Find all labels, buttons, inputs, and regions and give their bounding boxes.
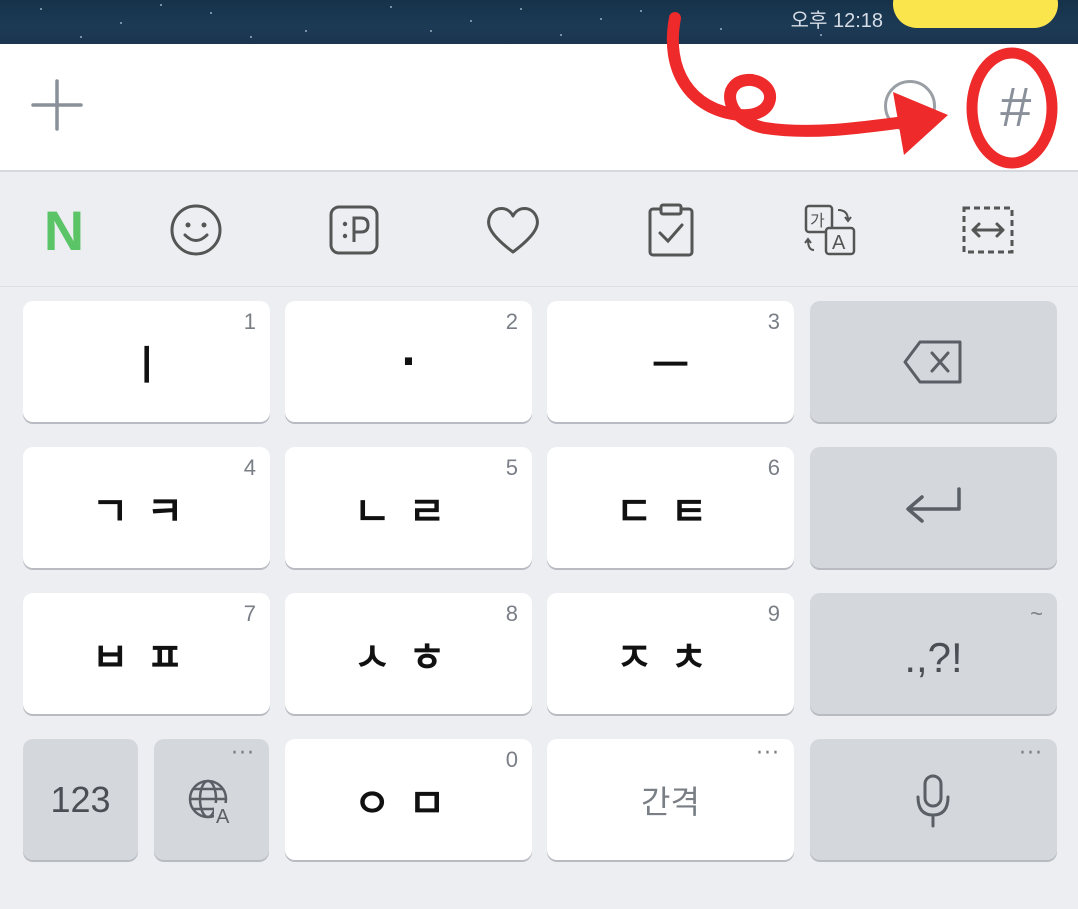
key-dot[interactable]: 2 · bbox=[285, 301, 532, 422]
globe-language-icon: A bbox=[188, 779, 236, 827]
key-i[interactable]: 1 ㅣ bbox=[23, 301, 270, 422]
svg-text:A: A bbox=[216, 806, 230, 827]
key-giyeok-kieuk[interactable]: 4 ㄱㅋ bbox=[23, 447, 270, 568]
resize-icon[interactable] bbox=[958, 200, 1018, 260]
key-eu[interactable]: 3 ㅡ bbox=[547, 301, 794, 422]
punctuation-key[interactable]: ~ .,?! bbox=[810, 593, 1057, 714]
heart-icon[interactable] bbox=[483, 200, 543, 260]
smiley-icon[interactable] bbox=[166, 200, 226, 260]
space-key[interactable]: ··· 간격 bbox=[547, 739, 794, 860]
key-ieung-mieum[interactable]: 0 ㅇㅁ bbox=[285, 739, 532, 860]
translate-icon[interactable]: 가A bbox=[800, 200, 860, 260]
key-bieup-pieup[interactable]: 7 ㅂㅍ bbox=[23, 593, 270, 714]
language-key[interactable]: ··· A bbox=[154, 739, 269, 860]
send-button[interactable] bbox=[893, 0, 1058, 28]
emoticon-p-icon[interactable] bbox=[324, 200, 384, 260]
backspace-icon bbox=[903, 340, 962, 384]
numbers-key[interactable]: 123 bbox=[23, 739, 138, 860]
hashtag-icon[interactable]: # bbox=[988, 72, 1042, 142]
status-time: 오후 12:18 bbox=[790, 10, 883, 32]
key-jieut-chieut[interactable]: 9 ㅈㅊ bbox=[547, 593, 794, 714]
backspace-key[interactable] bbox=[810, 301, 1057, 422]
key-digeut-tieut[interactable]: 6 ㄷㅌ bbox=[547, 447, 794, 568]
voice-input-key[interactable]: ··· bbox=[810, 739, 1057, 860]
svg-text:A: A bbox=[832, 232, 846, 254]
enter-key[interactable] bbox=[810, 447, 1057, 568]
clipboard-icon[interactable] bbox=[641, 200, 701, 260]
naver-n-icon[interactable]: N bbox=[34, 199, 94, 262]
microphone-icon bbox=[916, 774, 950, 828]
svg-text:가: 가 bbox=[810, 211, 825, 230]
enter-icon bbox=[906, 487, 961, 523]
key-siot-hieut[interactable]: 8 ㅅㅎ bbox=[285, 593, 532, 714]
emoji-icon[interactable] bbox=[884, 80, 936, 132]
key-nieun-rieul[interactable]: 5 ㄴㄹ bbox=[285, 447, 532, 568]
plus-icon[interactable] bbox=[30, 78, 84, 132]
